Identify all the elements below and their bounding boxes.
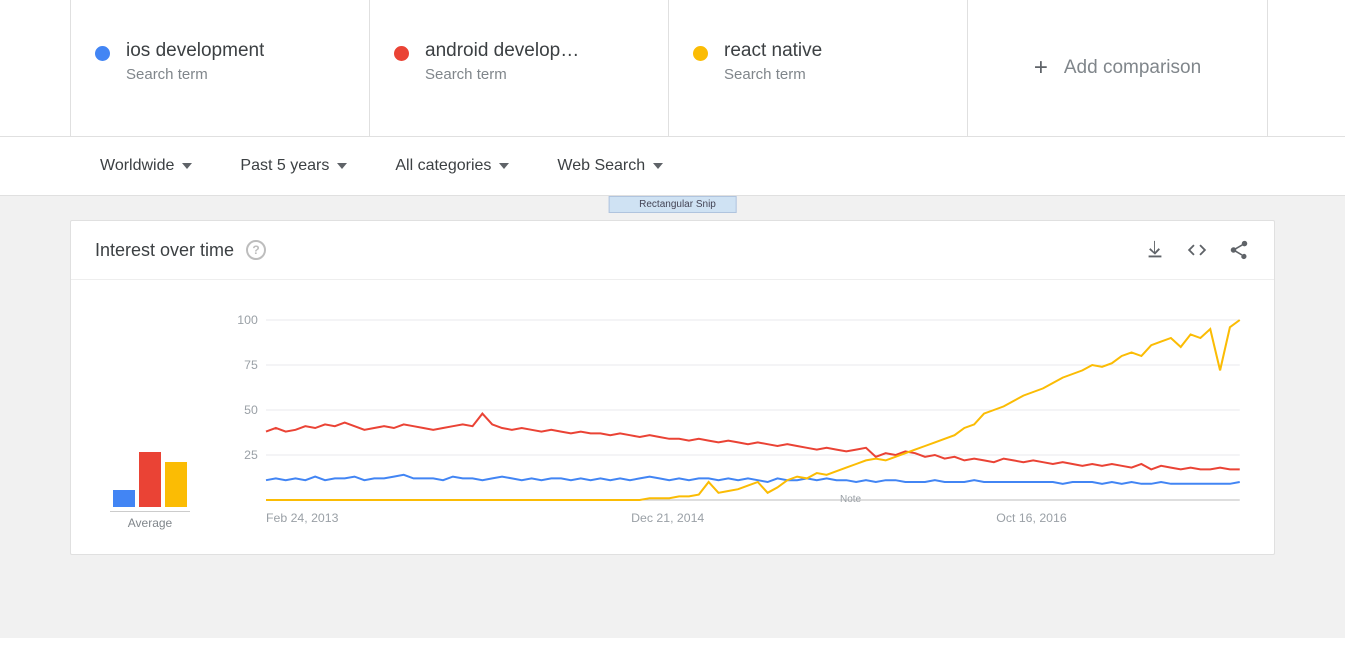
snip-badge: Rectangular Snip: [608, 196, 737, 213]
term-subtitle: Search term: [724, 66, 822, 83]
share-icon[interactable]: [1228, 239, 1250, 261]
term-name: react native: [724, 40, 822, 62]
category-filter[interactable]: All categories: [395, 157, 509, 175]
filter-label: All categories: [395, 157, 491, 175]
help-icon[interactable]: ?: [246, 240, 266, 260]
average-block: Average: [95, 310, 205, 530]
average-label: Average: [110, 511, 190, 530]
term-card-1[interactable]: ios development Search term: [70, 0, 370, 136]
chart-area: 25 50 75 100 Feb 24, 2013 Dec 21, 2014 Oct 16,…: [225, 310, 1250, 530]
line-chart: 25 50 75 100 Feb 24, 2013 Dec 21, 2014 Oct 16,…: [225, 310, 1250, 530]
term-card-2[interactable]: android develop… Search term: [369, 0, 669, 136]
svg-text:Feb 24, 2013: Feb 24, 2013: [266, 511, 339, 525]
region-filter[interactable]: Worldwide: [100, 157, 192, 175]
search-type-filter[interactable]: Web Search: [557, 157, 663, 175]
average-bars: [113, 447, 187, 507]
svg-text:25: 25: [244, 448, 258, 462]
embed-icon[interactable]: [1186, 239, 1208, 261]
svg-text:Oct 16, 2016: Oct 16, 2016: [996, 511, 1067, 525]
card-body: Average 25 50 75 100 Feb 24, 2013 Dec 21, 201…: [71, 280, 1274, 554]
add-comparison-button[interactable]: + Add comparison: [968, 0, 1268, 136]
chevron-down-icon: [182, 163, 192, 169]
average-bar: [139, 452, 161, 507]
interest-over-time-card: Interest over time ? Average 25 50 75 100 Fe…: [70, 220, 1275, 555]
svg-text:Dec 21, 2014: Dec 21, 2014: [631, 511, 704, 525]
chevron-down-icon: [337, 163, 347, 169]
filter-label: Worldwide: [100, 157, 174, 175]
average-bar: [165, 462, 187, 507]
download-icon[interactable]: [1144, 239, 1166, 261]
time-filter[interactable]: Past 5 years: [240, 157, 347, 175]
add-comparison-label: Add comparison: [1064, 57, 1201, 79]
term-subtitle: Search term: [126, 66, 264, 83]
color-dot-icon: [394, 46, 409, 61]
filters-row: Worldwide Past 5 years All categories We…: [0, 137, 1345, 196]
search-terms-row: ios development Search term android deve…: [0, 0, 1345, 137]
svg-text:75: 75: [244, 358, 258, 372]
filter-label: Web Search: [557, 157, 645, 175]
term-name: android develop…: [425, 40, 579, 62]
average-bar: [113, 490, 135, 507]
note-annotation: Note: [840, 494, 861, 505]
term-name: ios development: [126, 40, 264, 62]
plus-icon: +: [1034, 54, 1048, 82]
card-title: Interest over time: [95, 240, 234, 261]
card-header: Interest over time ?: [71, 221, 1274, 280]
color-dot-icon: [95, 46, 110, 61]
chevron-down-icon: [499, 163, 509, 169]
filter-label: Past 5 years: [240, 157, 329, 175]
svg-text:50: 50: [244, 403, 258, 417]
color-dot-icon: [693, 46, 708, 61]
chevron-down-icon: [653, 163, 663, 169]
term-card-3[interactable]: react native Search term: [668, 0, 968, 136]
svg-text:100: 100: [237, 313, 258, 327]
content-area: Rectangular Snip Interest over time ? Av…: [0, 196, 1345, 638]
term-subtitle: Search term: [425, 66, 579, 83]
